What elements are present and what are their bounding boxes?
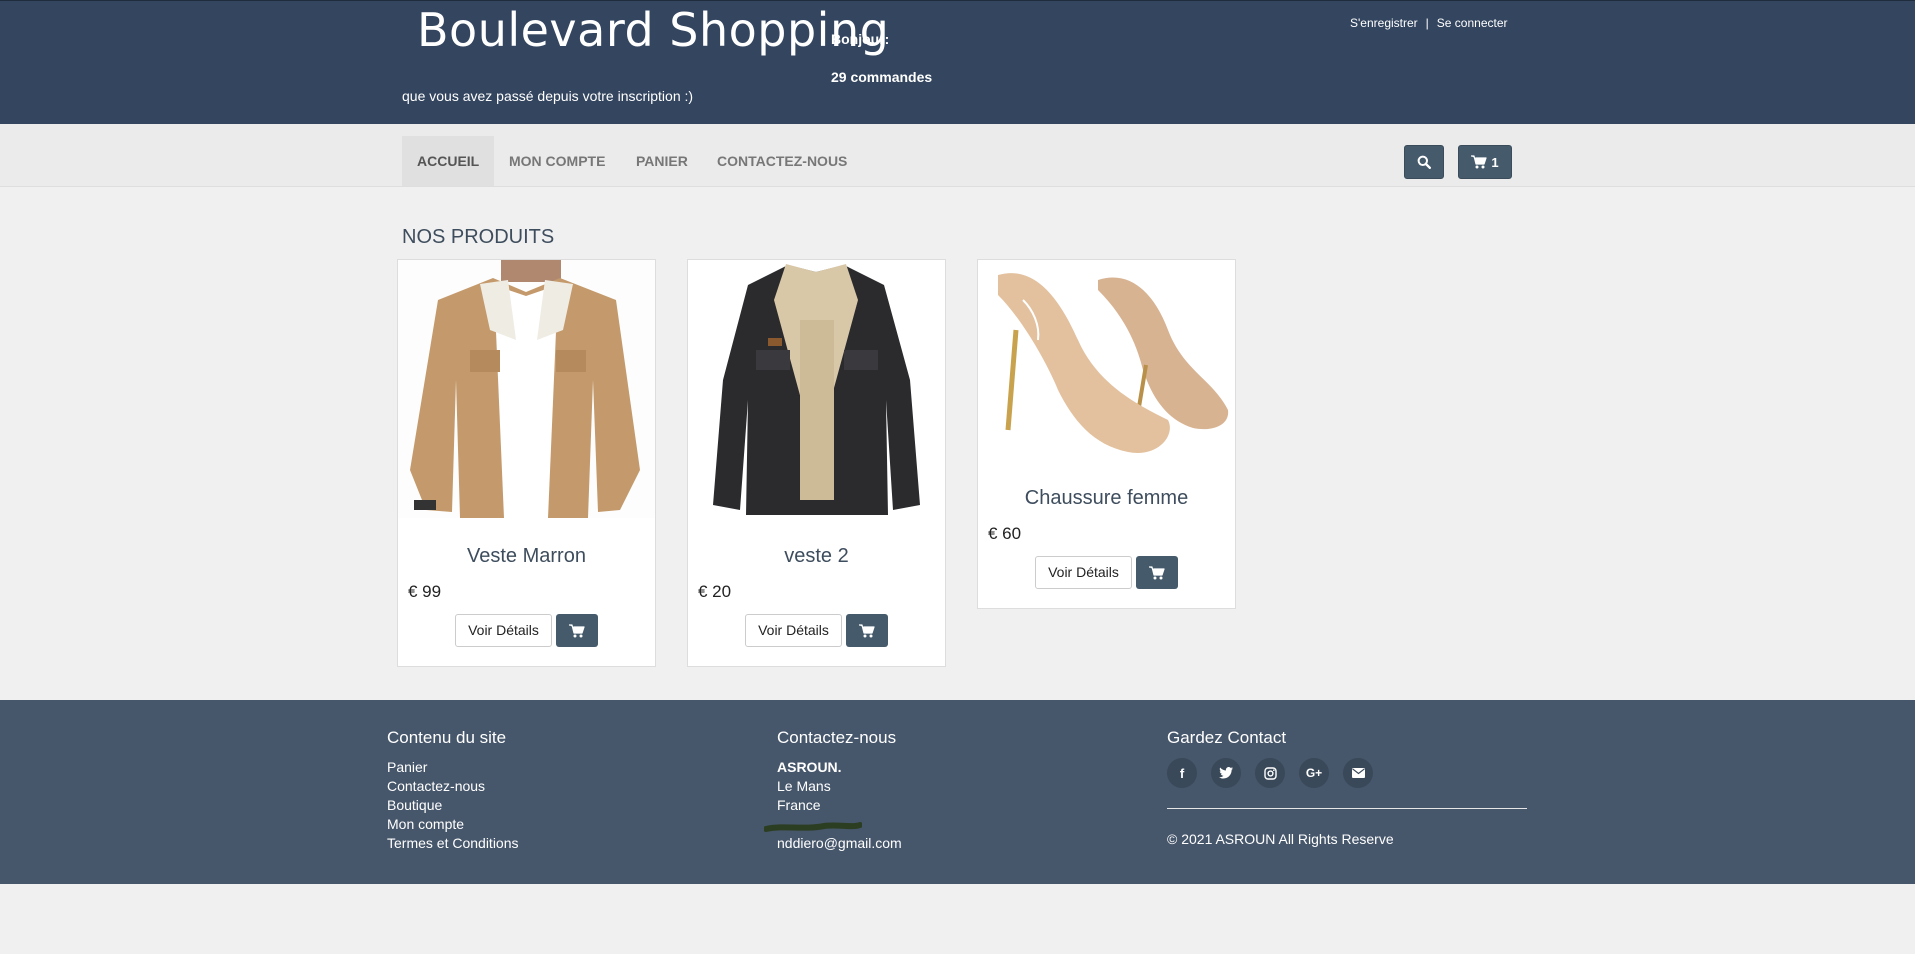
google-plus-icon[interactable]: G+ xyxy=(1299,758,1329,788)
footer-divider xyxy=(1167,808,1527,809)
product-name[interactable]: Chaussure femme xyxy=(978,487,1235,510)
site-footer: Contenu du site Panier Contactez-nous Bo… xyxy=(0,700,1915,884)
login-link[interactable]: Se connecter xyxy=(1437,16,1508,30)
add-to-cart-button[interactable] xyxy=(845,614,888,647)
nav-item-panier[interactable]: PANIER xyxy=(621,136,703,186)
footer-heading: Contenu du site xyxy=(387,728,507,747)
orders-caption: que vous avez passé depuis votre inscrip… xyxy=(402,88,694,104)
account-links: S'enregistrer | Se connecter xyxy=(1350,16,1508,30)
product-card: veste 2 € 20 Voir Détails xyxy=(687,259,946,667)
cart-icon xyxy=(1148,565,1165,579)
product-card: Chaussure femme € 60 Voir Détails xyxy=(977,259,1236,609)
social-links: f G+ xyxy=(1167,758,1527,788)
product-card: Veste Marron € 99 Voir Détails xyxy=(397,259,656,667)
view-details-button[interactable]: Voir Détails xyxy=(455,614,552,647)
copyright: © 2021 ASROUN All Rights Reserve xyxy=(1167,831,1394,847)
footer-heading: Contactez-nous xyxy=(777,728,897,747)
footer-link-mon-compte[interactable]: Mon compte xyxy=(387,815,519,834)
site-header: Boulevard Shopping Bonjour: 29 commandes… xyxy=(0,0,1915,124)
link-separator: | xyxy=(1425,16,1429,30)
twitter-icon[interactable] xyxy=(1211,758,1241,788)
cart-count: 1 xyxy=(1491,154,1499,170)
view-details-button[interactable]: Voir Détails xyxy=(1035,556,1132,589)
redaction-scribble xyxy=(764,822,862,832)
product-image-chaussure-femme[interactable] xyxy=(978,260,1235,460)
product-image-veste-2[interactable] xyxy=(688,260,945,518)
product-price: € 20 xyxy=(698,582,732,601)
contact-company: ASROUN. xyxy=(777,759,842,775)
footer-contact: Contactez-nous ASROUN. Le Mans France nd… xyxy=(777,728,902,853)
brand-logo[interactable]: Boulevard Shopping xyxy=(417,3,889,57)
footer-link-terms[interactable]: Termes et Conditions xyxy=(387,834,519,853)
envelope-icon[interactable] xyxy=(1343,758,1373,788)
orders-count: 29 commandes xyxy=(831,69,933,85)
add-to-cart-button[interactable] xyxy=(1135,556,1178,589)
footer-heading: Gardez Contact xyxy=(1167,728,1287,747)
cart-icon xyxy=(1471,155,1487,169)
cart-icon xyxy=(568,623,585,637)
add-to-cart-button[interactable] xyxy=(555,614,598,647)
contact-country: France xyxy=(777,797,821,813)
greeting-text: Bonjour: xyxy=(831,31,890,47)
nav-item-accueil[interactable]: ACCUEIL xyxy=(402,136,495,186)
instagram-icon[interactable] xyxy=(1255,758,1285,788)
footer-link-boutique[interactable]: Boutique xyxy=(387,796,519,815)
main-navbar xyxy=(0,124,1915,187)
nav-item-contactez-nous[interactable]: CONTACTEZ-NOUS xyxy=(702,136,862,186)
nav-item-mon-compte[interactable]: MON COMPTE xyxy=(494,136,620,186)
product-price: € 99 xyxy=(408,582,442,601)
register-link[interactable]: S'enregistrer xyxy=(1350,16,1418,30)
search-icon xyxy=(1417,155,1431,169)
product-name[interactable]: Veste Marron xyxy=(398,545,655,568)
cart-icon xyxy=(858,623,875,637)
footer-site-content: Contenu du site Panier Contactez-nous Bo… xyxy=(387,728,519,853)
footer-link-panier[interactable]: Panier xyxy=(387,758,519,777)
search-button[interactable] xyxy=(1404,145,1444,179)
product-name[interactable]: veste 2 xyxy=(688,545,945,568)
footer-link-contact[interactable]: Contactez-nous xyxy=(387,777,519,796)
cart-button[interactable]: 1 xyxy=(1458,145,1512,179)
facebook-icon[interactable]: f xyxy=(1167,758,1197,788)
products-title: NOS PRODUITS xyxy=(402,226,555,248)
footer-keep-contact: Gardez Contact f G+ © 2021 ASROUN All Ri… xyxy=(1167,728,1527,847)
contact-city: Le Mans xyxy=(777,778,831,794)
contact-email[interactable]: nddiero@gmail.com xyxy=(777,834,902,853)
view-details-button[interactable]: Voir Détails xyxy=(745,614,842,647)
product-price: € 60 xyxy=(988,524,1022,543)
product-image-veste-marron[interactable] xyxy=(398,260,655,518)
